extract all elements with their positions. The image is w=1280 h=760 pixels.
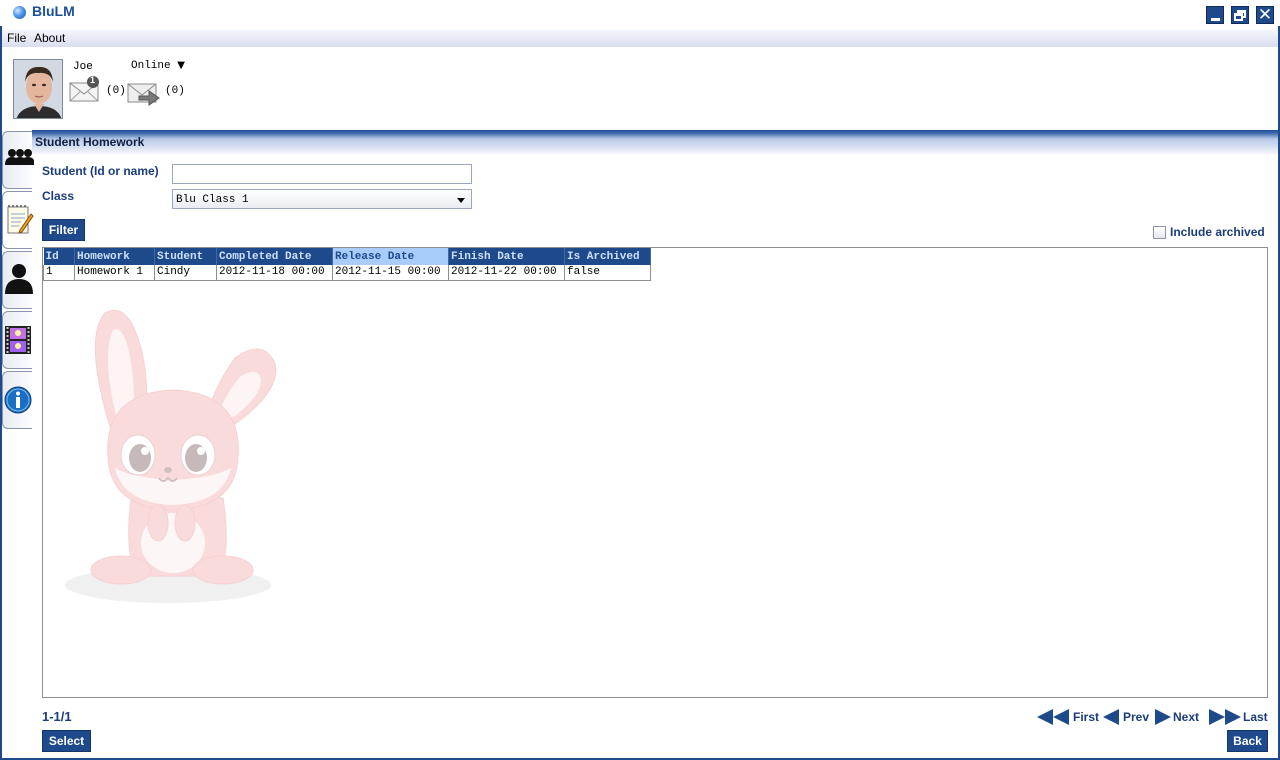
- column-header[interactable]: Is Archived: [564, 248, 651, 265]
- table-header-row: Id Homework Student Completed Date Release D…: [43, 248, 651, 265]
- pager-info: 1-1/1: [42, 709, 72, 724]
- pager-last-button[interactable]: Last: [1208, 709, 1270, 725]
- include-archived-label: Include archived: [1170, 225, 1265, 239]
- pager-next-label: Next: [1173, 710, 1200, 724]
- app-logo-icon: [13, 6, 26, 19]
- forwarded-count: (0): [165, 85, 185, 97]
- table-cell: 1: [43, 265, 75, 281]
- people-icon: [5, 149, 34, 165]
- forwarded-messages-button[interactable]: [127, 79, 161, 106]
- close-icon: ✕: [1257, 5, 1273, 25]
- restore-button[interactable]: [1231, 6, 1249, 24]
- bunny-watermark-image: [65, 309, 277, 603]
- table-cell: 2012-11-18 00:00: [216, 265, 333, 281]
- table-cell: 2012-11-15 00:00: [332, 265, 449, 281]
- table-cell: false: [564, 265, 651, 281]
- pager-first-button[interactable]: First: [1037, 709, 1099, 725]
- student-search-input[interactable]: [172, 164, 472, 184]
- notepad-icon: [7, 205, 34, 234]
- sidebar-item-homework[interactable]: [2, 191, 34, 249]
- sidebar-item-profile[interactable]: [2, 251, 33, 309]
- close-button[interactable]: ✕: [1256, 5, 1274, 25]
- sidebar-item-media[interactable]: [2, 311, 32, 369]
- sidebar-item-people[interactable]: [2, 131, 34, 189]
- table-cell: Cindy: [154, 265, 217, 281]
- messages-button[interactable]: 1: [69, 75, 101, 102]
- student-label: Student (Id or name): [42, 164, 159, 178]
- minimize-button[interactable]: [1206, 6, 1224, 24]
- column-header[interactable]: Finish Date: [448, 248, 565, 265]
- column-header[interactable]: Homework: [74, 248, 155, 265]
- user-name: Joe: [73, 61, 93, 73]
- column-header[interactable]: Release Date: [332, 248, 449, 265]
- class-label: Class: [42, 189, 75, 203]
- prev-page-icon: [1103, 709, 1119, 725]
- column-header[interactable]: Completed Date: [216, 248, 333, 265]
- include-archived-checkbox[interactable]: [1153, 226, 1166, 239]
- person-icon: [5, 264, 33, 294]
- next-page-icon: [1155, 709, 1171, 725]
- last-page-icon: [1209, 709, 1241, 725]
- menu-file[interactable]: File: [7, 31, 26, 45]
- menu-bar: File About: [2, 30, 1278, 47]
- messages-count: (0): [106, 85, 126, 97]
- filter-button[interactable]: Filter: [42, 219, 85, 241]
- messages-badge: 1: [90, 75, 96, 85]
- pager-last-label: Last: [1243, 710, 1268, 724]
- avatar: [13, 59, 63, 119]
- info-icon: [4, 386, 32, 414]
- avatar-photo: [14, 60, 62, 118]
- app-title: BluLM: [32, 3, 75, 19]
- homework-grid-panel: Id Homework Student Completed Date Release D…: [42, 247, 1268, 698]
- homework-table: Id Homework Student Completed Date Release D…: [43, 248, 651, 281]
- pager-prev-label: Prev: [1123, 710, 1150, 724]
- film-icon: [5, 326, 31, 354]
- pager-prev-button[interactable]: Prev: [1102, 709, 1152, 725]
- select-button[interactable]: Select: [42, 730, 91, 752]
- page-title: Student Homework: [35, 135, 145, 149]
- pager-first-label: First: [1073, 710, 1100, 724]
- column-header[interactable]: Student: [154, 248, 217, 265]
- status-text: Online: [131, 60, 171, 72]
- sidebar-item-info[interactable]: [2, 371, 32, 429]
- section-header-bar: [32, 130, 1278, 154]
- chevron-down-icon: [457, 198, 465, 203]
- status-chevron-down-icon: ▼: [177, 60, 185, 71]
- menu-about[interactable]: About: [34, 31, 65, 45]
- minimize-icon: [1211, 18, 1220, 21]
- table-cell: 2012-11-22 00:00: [448, 265, 565, 281]
- first-page-icon: [1037, 709, 1069, 725]
- class-select[interactable]: Blu Class 1: [172, 189, 472, 209]
- table-cell: Homework 1: [74, 265, 155, 281]
- envelope-icon: [69, 76, 99, 102]
- column-header[interactable]: Id: [43, 248, 75, 265]
- back-button[interactable]: Back: [1227, 730, 1268, 752]
- class-select-value: Blu Class 1: [176, 194, 249, 206]
- pager-next-button[interactable]: Next: [1154, 709, 1202, 725]
- table-row[interactable]: 1 Homework 1 Cindy 2012-11-18 00:00 2012-11-…: [43, 265, 651, 281]
- forward-envelope-icon: [127, 83, 160, 106]
- title-bar: BluLM ✕: [0, 0, 1280, 26]
- status-dropdown[interactable]: Online ▼: [131, 60, 185, 72]
